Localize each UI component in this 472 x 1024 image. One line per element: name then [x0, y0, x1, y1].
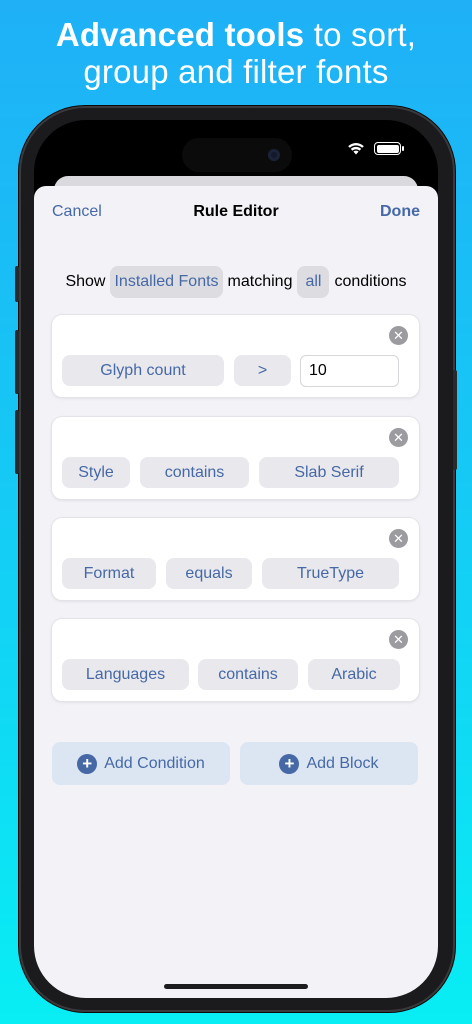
field-picker[interactable]: Format [62, 558, 156, 589]
headline-line1: to sort, [304, 16, 417, 53]
remove-condition-icon[interactable]: ✕ [389, 529, 408, 548]
battery-icon [374, 142, 404, 155]
dynamic-island [182, 138, 292, 172]
field-picker[interactable]: Languages [62, 659, 189, 690]
volume-up-button [15, 330, 19, 394]
field-picker[interactable]: Style [62, 457, 130, 488]
operator-picker[interactable]: contains [140, 457, 249, 488]
volume-down-button [15, 410, 19, 474]
promo-headline: Advanced tools to sort, group and filter… [0, 16, 472, 90]
headline-line2: group and filter fonts [83, 53, 389, 90]
wifi-icon [346, 140, 366, 159]
operator-picker[interactable]: equals [166, 558, 252, 589]
add-block-label: Add Block [306, 754, 379, 772]
operator-picker[interactable]: contains [198, 659, 298, 690]
value-picker[interactable]: Slab Serif [259, 457, 399, 488]
phone-screen: Cancel Rule Editor Done Show Installed F… [34, 120, 438, 998]
page-title: Rule Editor [193, 203, 279, 220]
action-button [15, 266, 19, 302]
condition-card: ✕ Format equals TrueType [52, 518, 419, 600]
field-picker[interactable]: Glyph count [62, 355, 224, 386]
remove-condition-icon[interactable]: ✕ [389, 630, 408, 649]
add-block-button[interactable]: + Add Block [240, 742, 418, 785]
rule-editor-sheet: Cancel Rule Editor Done Show Installed F… [34, 186, 438, 998]
value-picker[interactable]: TrueType [262, 558, 399, 589]
add-condition-button[interactable]: + Add Condition [52, 742, 230, 785]
source-picker[interactable]: Installed Fonts [110, 266, 223, 298]
value-picker[interactable]: Arabic [308, 659, 400, 690]
match-sentence: Show Installed Fonts matching all condit… [34, 266, 438, 298]
remove-condition-icon[interactable]: ✕ [389, 326, 408, 345]
value-input[interactable]: 10 [300, 355, 399, 387]
home-indicator[interactable] [164, 984, 308, 989]
power-button [453, 370, 457, 470]
matching-label: matching [227, 273, 293, 290]
add-condition-label: Add Condition [104, 754, 205, 772]
conditions-label: conditions [334, 273, 407, 290]
headline-bold: Advanced tools [55, 16, 305, 53]
operator-picker[interactable]: > [234, 355, 291, 386]
condition-card: ✕ Languages contains Arabic [52, 619, 419, 701]
condition-card: ✕ Style contains Slab Serif [52, 417, 419, 499]
quantifier-picker[interactable]: all [297, 266, 330, 298]
done-button[interactable]: Done [380, 203, 420, 221]
plus-circle-icon: + [279, 753, 300, 774]
camera-icon [268, 149, 280, 161]
show-label: Show [65, 273, 106, 290]
remove-condition-icon[interactable]: ✕ [389, 428, 408, 447]
plus-circle-icon: + [77, 753, 98, 774]
condition-card: ✕ Glyph count > 10 [52, 315, 419, 397]
